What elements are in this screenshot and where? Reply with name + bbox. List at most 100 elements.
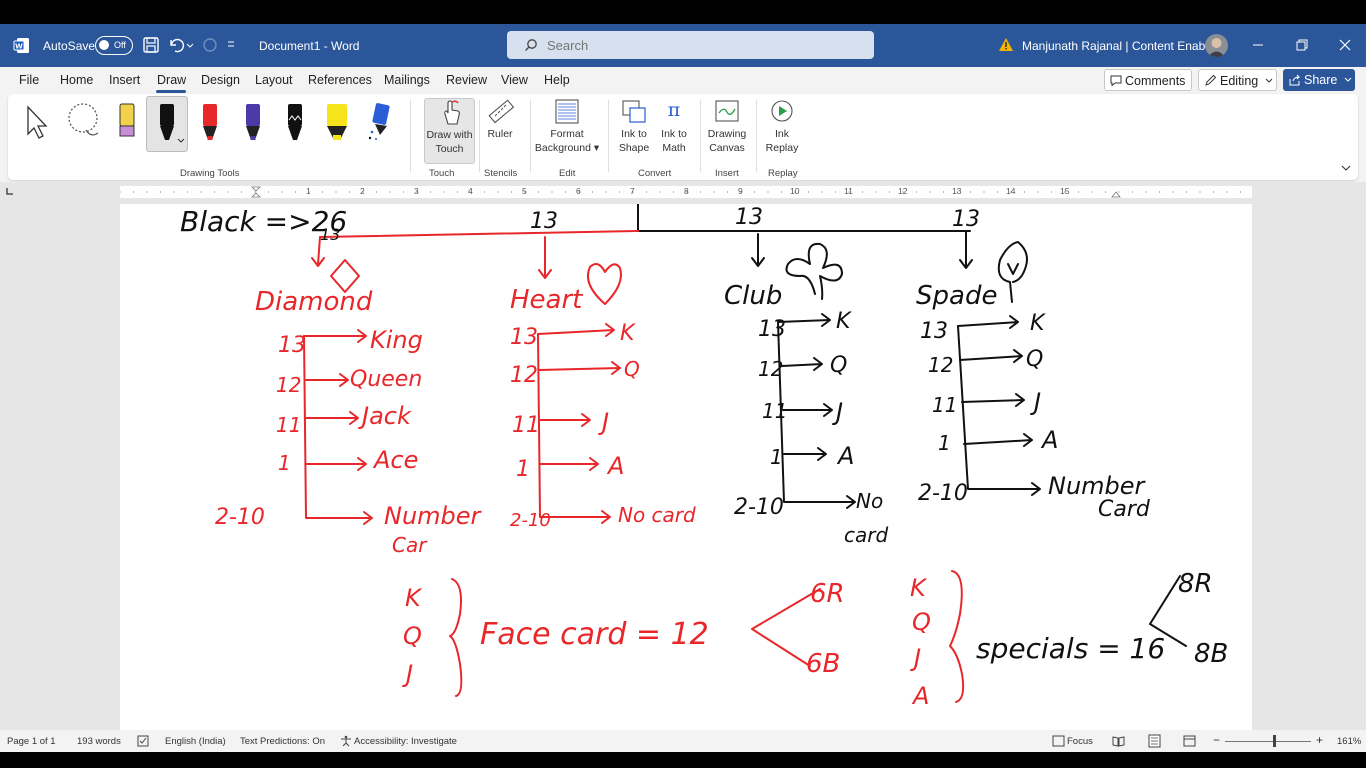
- focus-icon[interactable]: [1052, 735, 1065, 747]
- account-name[interactable]: Manjunath Rajanal | Content Enablers: [1022, 39, 1225, 53]
- format-background-line1: Format: [550, 128, 584, 140]
- chevron-down-icon: [1265, 78, 1273, 83]
- ink-to-shape-line1: Ink to: [621, 128, 647, 140]
- drawing-canvas-button[interactable]: Drawing Canvas: [704, 98, 750, 155]
- search-input[interactable]: [547, 36, 847, 54]
- heart-card: K: [620, 321, 636, 346]
- ruler-button[interactable]: Ruler: [482, 98, 518, 141]
- tab-file[interactable]: File: [19, 73, 39, 87]
- horizontal-ruler[interactable]: 1 2 3 4 5 6 7 8 9 10 11 12 13 14 15: [120, 186, 1252, 198]
- autosave-toggle[interactable]: Off: [95, 36, 133, 55]
- format-background-button[interactable]: Format Background ▾: [534, 98, 600, 155]
- drawing-canvas-icon: [715, 100, 739, 122]
- customize-toolbar-icon[interactable]: [226, 36, 236, 54]
- select-cursor-icon[interactable]: [24, 104, 52, 140]
- accessibility-status[interactable]: Accessibility: Investigate: [354, 736, 457, 747]
- text-predictions-status[interactable]: Text Predictions: On: [240, 736, 325, 747]
- undo-dropdown-icon[interactable]: [186, 36, 194, 54]
- tab-layout[interactable]: Layout: [255, 73, 293, 87]
- club-card: No: [856, 489, 883, 513]
- comments-button[interactable]: Comments: [1104, 69, 1192, 91]
- tab-home[interactable]: Home: [60, 73, 93, 87]
- ink-replay-line2: Replay: [765, 142, 799, 154]
- heart-card: J: [598, 408, 609, 436]
- right-indent-marker-icon[interactable]: [1111, 188, 1121, 198]
- club-card: K: [836, 309, 852, 334]
- pencil-icon: [1205, 74, 1217, 86]
- ink-to-math-button[interactable]: π Ink to Math: [655, 98, 693, 155]
- focus-label[interactable]: Focus: [1067, 736, 1093, 747]
- pen-purple-icon[interactable]: [240, 102, 266, 142]
- tab-insert[interactable]: Insert: [109, 73, 140, 87]
- tab-design[interactable]: Design: [201, 73, 240, 87]
- diamond-count: 11: [276, 413, 301, 437]
- pen-dropdown-icon[interactable]: [177, 138, 185, 144]
- menu-bar: File Home Insert Draw Design Layout Refe…: [0, 67, 1366, 94]
- spade-card: A: [1040, 426, 1058, 454]
- touch-group-label: Touch: [429, 168, 455, 179]
- ink-replay-icon: [771, 100, 793, 122]
- special-letter: Q: [912, 608, 931, 636]
- avatar[interactable]: [1205, 34, 1228, 57]
- proofing-icon[interactable]: [137, 735, 149, 747]
- document-canvas: Black =>26 13 13 13 13 Diamond Heart Clu…: [0, 204, 1366, 730]
- page-count[interactable]: Page 1 of 1: [7, 736, 56, 747]
- heart-card: A: [606, 452, 624, 480]
- ink-to-math-icon: π: [668, 99, 681, 121]
- tab-mailings[interactable]: Mailings: [384, 73, 430, 87]
- accessibility-icon[interactable]: [340, 735, 352, 747]
- ink-replay-button[interactable]: Ink Replay: [760, 98, 804, 155]
- suit-spade: Spade: [916, 281, 997, 311]
- tab-selector-icon[interactable]: [6, 187, 14, 195]
- zoom-slider[interactable]: [1225, 741, 1311, 742]
- redo-icon[interactable]: [201, 36, 219, 54]
- language-status[interactable]: English (India): [165, 736, 226, 747]
- web-layout-icon[interactable]: [1183, 735, 1196, 747]
- share-button[interactable]: Share: [1283, 69, 1355, 91]
- zoom-level[interactable]: 161%: [1337, 736, 1361, 747]
- group-separator: [608, 100, 609, 172]
- word-count[interactable]: 193 words: [77, 736, 121, 747]
- warning-icon[interactable]: [998, 37, 1014, 52]
- pen-black-icon[interactable]: [154, 102, 180, 142]
- ink-to-shape-button[interactable]: Ink to Shape: [615, 98, 653, 155]
- zoom-in-icon[interactable]: +: [1316, 733, 1323, 747]
- word-app-icon: W: [13, 38, 29, 53]
- document-page[interactable]: Black =>26 13 13 13 13 Diamond Heart Clu…: [120, 204, 1252, 730]
- special-split-black: 8B: [1194, 639, 1228, 669]
- tab-help[interactable]: Help: [544, 73, 570, 87]
- indent-marker-icon[interactable]: [251, 186, 261, 198]
- lasso-select-icon[interactable]: [64, 102, 104, 140]
- face-letter: J: [402, 660, 413, 688]
- read-mode-icon[interactable]: [1112, 735, 1125, 747]
- undo-icon[interactable]: [167, 36, 185, 54]
- tab-draw[interactable]: Draw: [157, 73, 186, 87]
- zoom-out-icon[interactable]: −: [1213, 733, 1220, 747]
- diamond-count: 13: [278, 333, 306, 358]
- spade-count: 12: [928, 353, 953, 377]
- tab-view[interactable]: View: [501, 73, 528, 87]
- collapse-ribbon-icon[interactable]: [1341, 164, 1351, 172]
- highlighter-yellow-icon[interactable]: [324, 102, 350, 142]
- pen-galaxy-blue-icon[interactable]: [366, 102, 392, 142]
- pencil-tool-icon[interactable]: [114, 102, 140, 142]
- search-box[interactable]: [507, 31, 874, 59]
- ink-drawing: Black =>26 13 13 13 13 Diamond Heart Clu…: [180, 204, 1228, 710]
- comment-icon: [1110, 75, 1122, 86]
- diamond-count: 1: [278, 451, 291, 475]
- save-icon[interactable]: [142, 36, 160, 54]
- stencils-group-label: Stencils: [484, 168, 518, 179]
- close-icon[interactable]: [1333, 34, 1357, 56]
- share-dropdown-icon[interactable]: [1344, 77, 1352, 83]
- pen-black-textured-icon[interactable]: [282, 102, 308, 142]
- draw-with-touch-button[interactable]: Draw with Touch: [424, 98, 475, 164]
- print-layout-icon[interactable]: [1148, 734, 1161, 748]
- minimize-icon[interactable]: [1246, 34, 1270, 56]
- tab-review[interactable]: Review: [446, 73, 487, 87]
- hand-touch-icon: [443, 100, 460, 125]
- zoom-slider-thumb[interactable]: [1273, 735, 1276, 747]
- pen-red-icon[interactable]: [197, 102, 223, 142]
- restore-icon[interactable]: [1290, 34, 1314, 56]
- tab-references[interactable]: References: [308, 73, 372, 87]
- editing-mode-button[interactable]: Editing: [1198, 69, 1277, 91]
